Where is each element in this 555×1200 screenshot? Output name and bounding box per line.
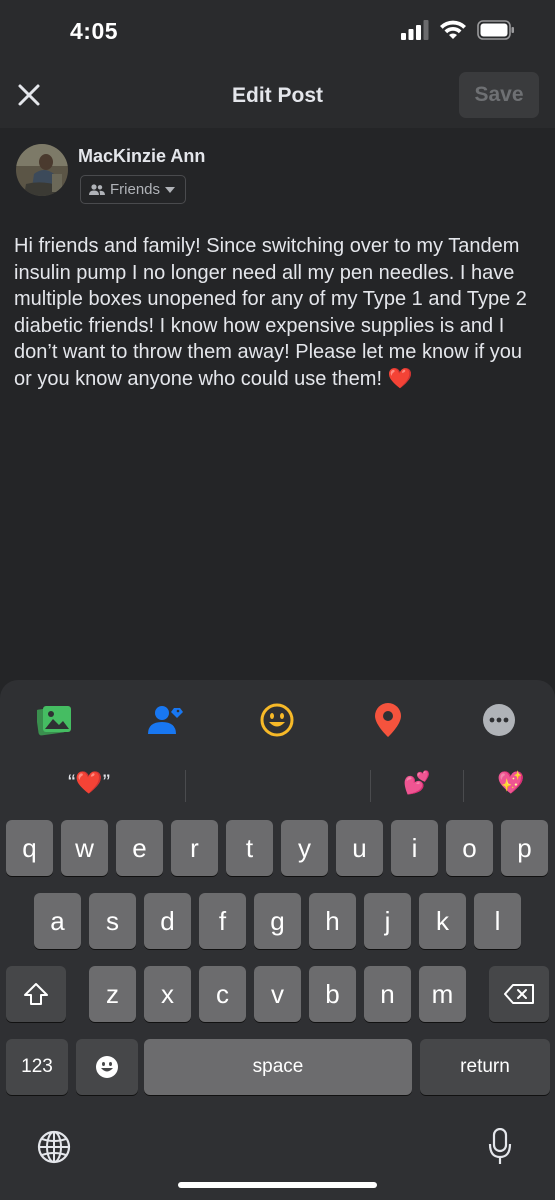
divider (185, 770, 186, 802)
save-button[interactable]: Save (459, 72, 539, 118)
suggestion-left[interactable]: “❤️” (68, 770, 110, 796)
key-l[interactable]: l (474, 893, 521, 949)
shift-icon (24, 983, 48, 1005)
status-icons (401, 20, 515, 45)
key-t[interactable]: t (226, 820, 273, 876)
backspace-key[interactable] (489, 966, 549, 1022)
nav-bar: Edit Post Save (0, 64, 555, 128)
status-time: 4:05 (70, 18, 119, 44)
key-c[interactable]: c (199, 966, 246, 1022)
photo-icon[interactable] (37, 702, 73, 738)
divider (463, 770, 464, 802)
more-options-icon[interactable] (481, 702, 517, 738)
suggestion-middle[interactable]: 💕 (403, 770, 430, 796)
audience-label: Friends (110, 181, 161, 198)
key-v[interactable]: v (254, 966, 301, 1022)
battery-icon (477, 20, 515, 45)
microphone-icon[interactable] (488, 1127, 512, 1171)
key-u[interactable]: u (336, 820, 383, 876)
space-key[interactable]: space (144, 1039, 412, 1095)
key-x[interactable]: x (144, 966, 191, 1022)
post-author: MacKinzie Ann Friends (14, 140, 534, 210)
key-q[interactable]: q (6, 820, 53, 876)
keyboard: q w e r t y u i o p a s d f g h j k l z … (0, 812, 555, 1200)
key-w[interactable]: w (61, 820, 108, 876)
audience-selector[interactable]: Friends (80, 175, 187, 204)
location-pin-icon[interactable] (370, 702, 406, 738)
friends-icon (89, 183, 105, 195)
caret-down-icon (165, 186, 176, 193)
key-p[interactable]: p (501, 820, 548, 876)
wifi-icon (439, 20, 467, 45)
key-b[interactable]: b (309, 966, 356, 1022)
key-o[interactable]: o (446, 820, 493, 876)
emoji-key[interactable] (76, 1039, 138, 1095)
key-j[interactable]: j (364, 893, 411, 949)
divider (370, 770, 371, 802)
home-indicator (178, 1182, 377, 1188)
avatar[interactable] (16, 144, 68, 196)
composer-tray (0, 680, 555, 760)
key-y[interactable]: y (281, 820, 328, 876)
predictive-text-bar: “❤️” 💕 💖 (0, 760, 555, 812)
key-a[interactable]: a (34, 893, 81, 949)
cellular-signal-icon (401, 20, 429, 45)
key-g[interactable]: g (254, 893, 301, 949)
key-n[interactable]: n (364, 966, 411, 1022)
return-key[interactable]: return (420, 1039, 550, 1095)
shift-key[interactable] (6, 966, 66, 1022)
tag-people-icon[interactable] (148, 702, 184, 738)
key-z[interactable]: z (89, 966, 136, 1022)
key-d[interactable]: d (144, 893, 191, 949)
key-f[interactable]: f (199, 893, 246, 949)
suggestion-right[interactable]: 💖 (497, 770, 524, 796)
backspace-icon (504, 984, 534, 1004)
emoji-icon (96, 1056, 118, 1078)
feeling-emoji-icon[interactable] (259, 702, 295, 738)
numbers-key[interactable]: 123 (6, 1039, 68, 1095)
key-r[interactable]: r (171, 820, 218, 876)
key-m[interactable]: m (419, 966, 466, 1022)
author-name[interactable]: MacKinzie Ann (78, 146, 205, 167)
key-h[interactable]: h (309, 893, 356, 949)
status-bar: 4:05 (0, 0, 555, 64)
globe-icon[interactable] (37, 1130, 71, 1169)
post-text-editor[interactable]: Hi friends and family! Since switching o… (14, 233, 539, 392)
key-i[interactable]: i (391, 820, 438, 876)
key-k[interactable]: k (419, 893, 466, 949)
key-s[interactable]: s (89, 893, 136, 949)
key-e[interactable]: e (116, 820, 163, 876)
